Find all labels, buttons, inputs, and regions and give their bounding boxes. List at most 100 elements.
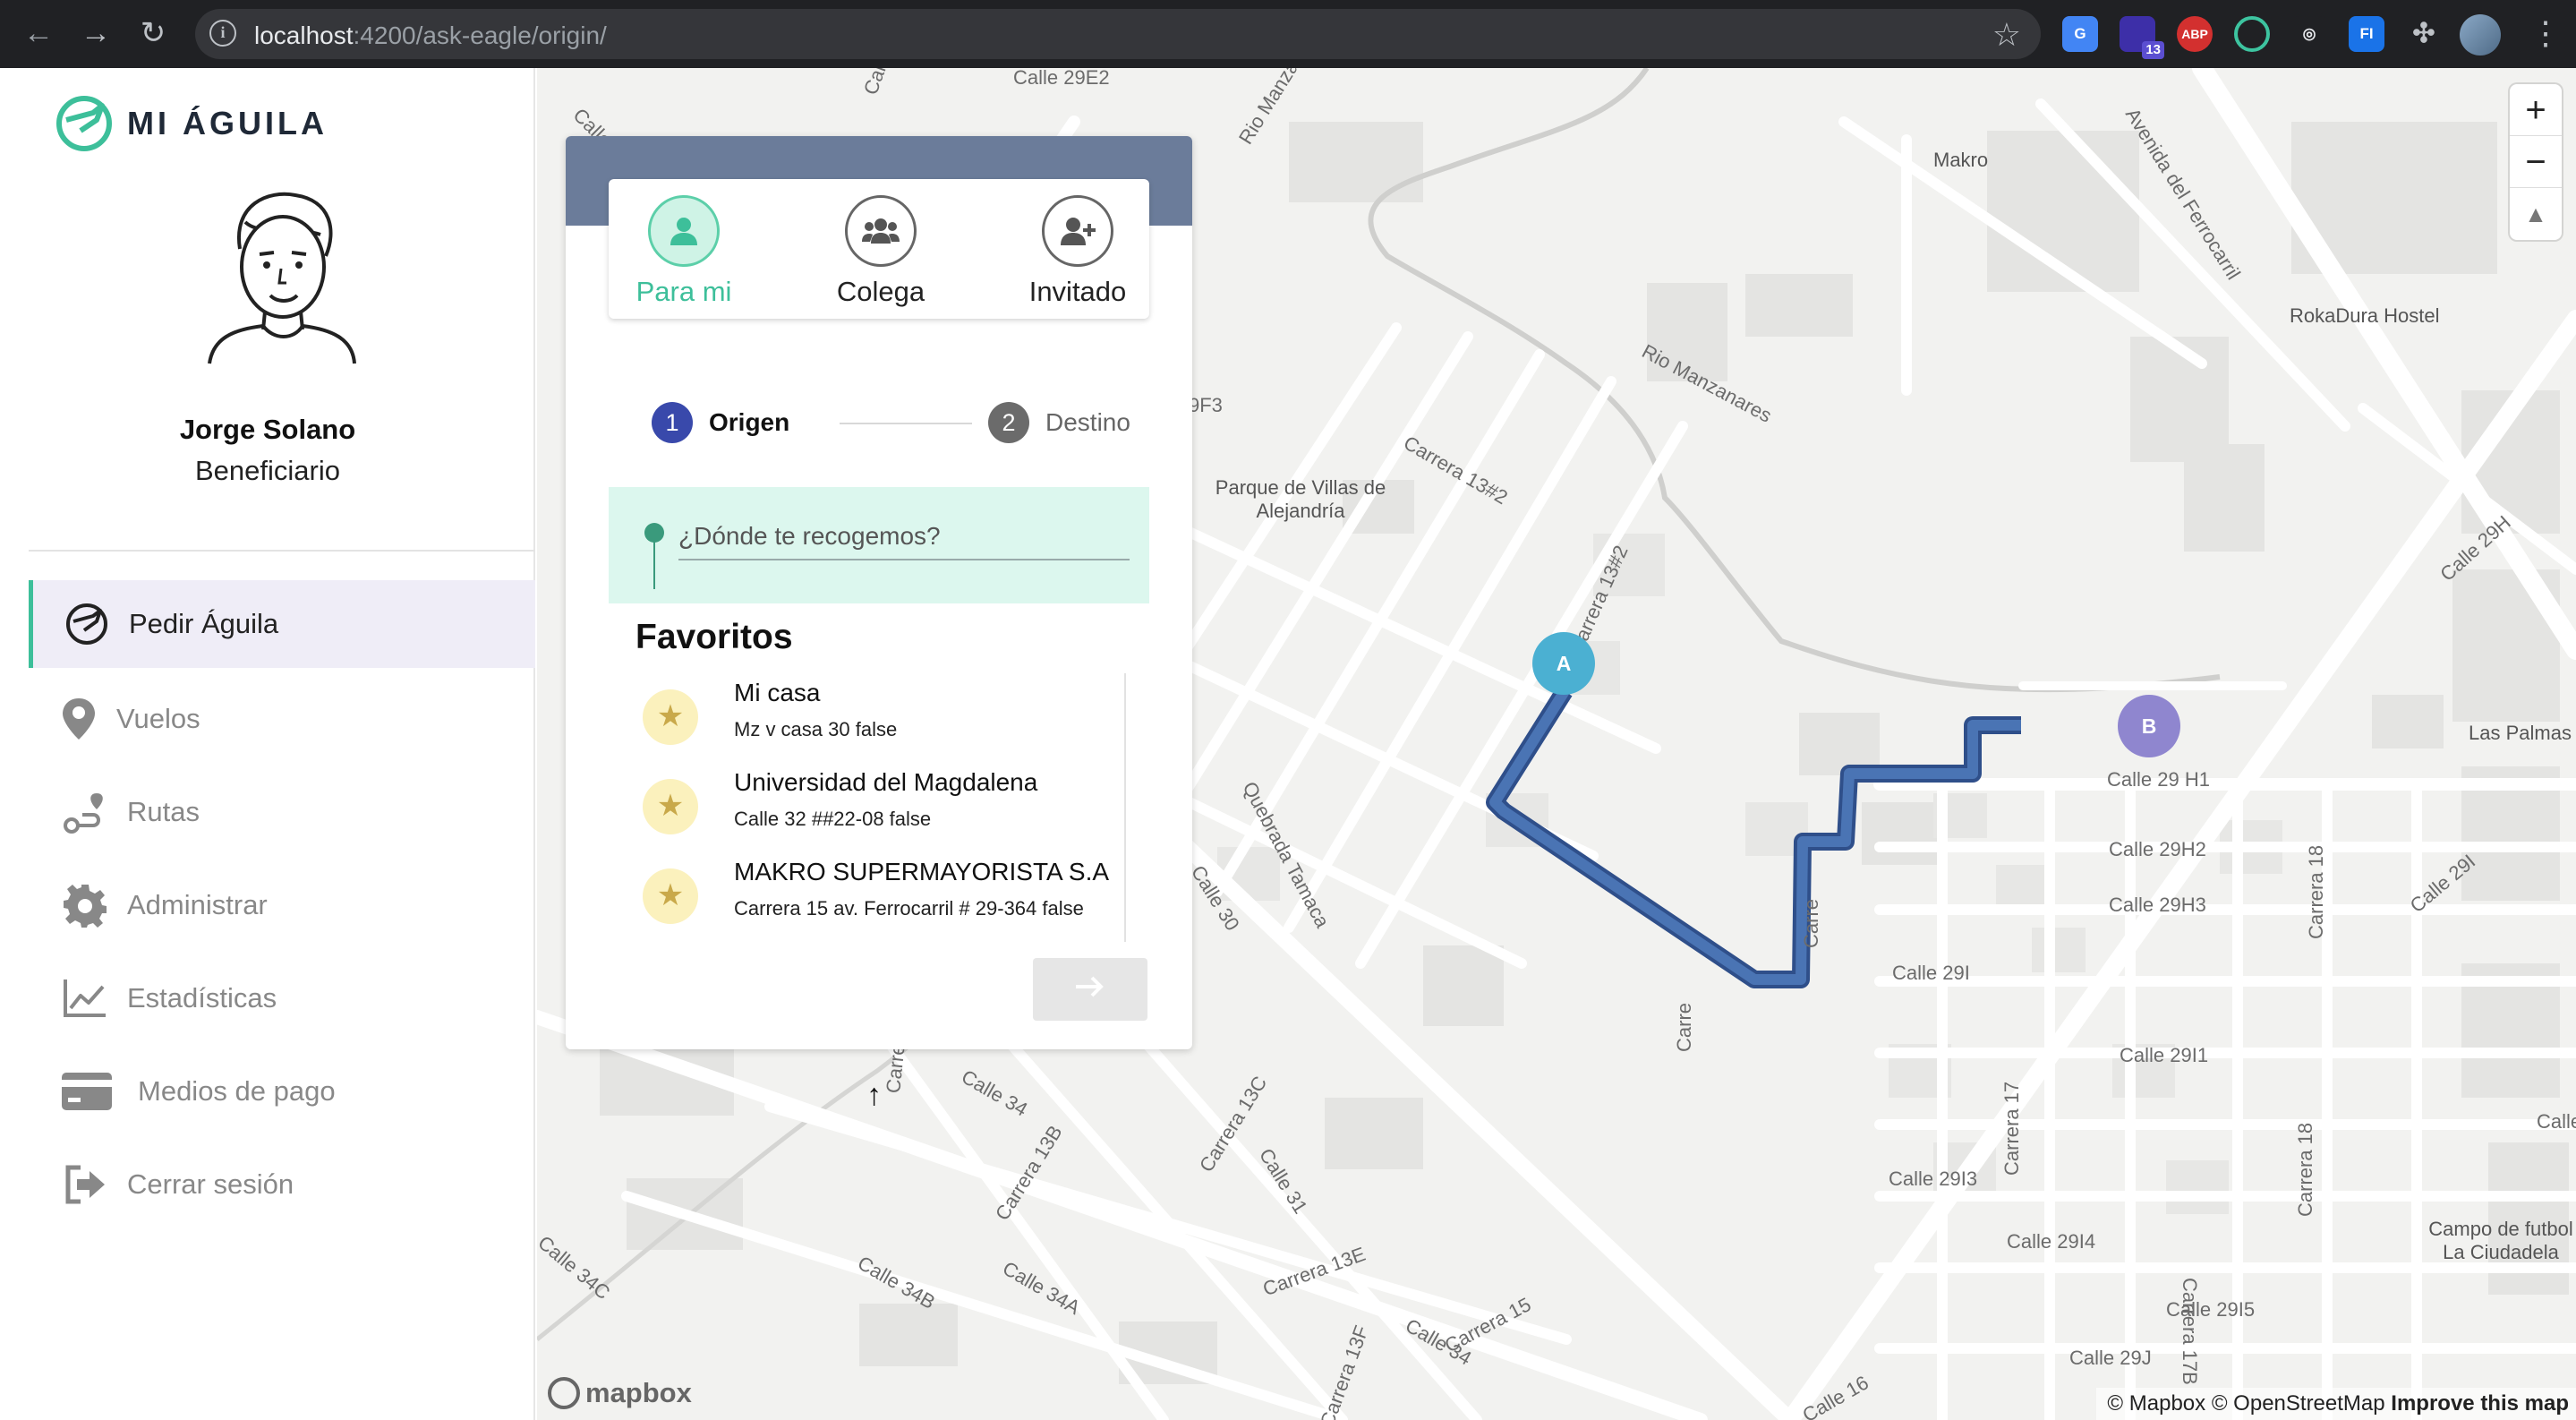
sidebar-item-label: Pedir Águila [129,608,279,639]
street-label: Calle 29I3 [1889,1168,1978,1190]
target-extension-icon[interactable] [2234,16,2270,52]
brand-name: MI ÁGUILA [127,105,328,141]
map-pin-icon [59,695,98,743]
street-label: Calle 29E2 [1013,68,1110,89]
mapbox-logo[interactable]: mapbox [548,1377,692,1409]
sidebar-item-label: Medios de pago [138,1075,336,1107]
step-1-label: Origen [709,408,790,436]
address-bar[interactable]: i localhost:4200/ask-eagle/origin/ ☆ [195,9,2041,59]
street-label: Calle 29I4 [2007,1230,2096,1253]
sidebar-item-label: Cerrar sesión [127,1168,294,1200]
star-icon: ★ [643,868,698,924]
credit-card-icon [61,1067,113,1116]
adblock-icon[interactable]: ABP [2177,16,2213,52]
favorite-item[interactable]: ★ MAKRO SUPERMAYORISTA S.A Carrera 15 av… [609,852,1110,942]
street-label: Calle 29J [2069,1347,2152,1369]
sidebar-item-estadisticas[interactable]: Estadísticas [29,954,535,1042]
extension-badge: 13 [2142,41,2164,59]
street-label: Carrera 17 [2000,1081,2023,1176]
street-label: Calle 29I1 [2120,1044,2209,1066]
browser-menu-icon[interactable]: ⋮ [2529,13,2562,54]
place-label-makro: Makro [1933,149,1989,171]
tab-label: Invitado [1028,276,1127,307]
favorites-title: Favoritos [635,618,793,656]
step-2-number: 2 [988,402,1029,443]
map-zoom-controls: + − ▲ [2510,84,2562,240]
chart-line-icon [61,974,109,1022]
star-icon: ★ [643,779,698,834]
browser-profile-avatar[interactable] [2460,14,2501,56]
reload-icon[interactable]: ↻ [132,13,174,54]
sidebar-item-administrar[interactable]: Administrar [29,861,535,949]
street-label: Carre [1673,1002,1695,1052]
origin-box [609,487,1149,603]
sign-out-icon [61,1160,109,1209]
step-connector [840,423,972,424]
step-2-label: Destino [1045,408,1130,436]
request-card: Para mi Colega Invitado 1 Origen 2 Desti… [566,136,1192,1049]
sidebar-item-medios-de-pago[interactable]: Medios de pago [29,1048,535,1135]
pin-a-marker[interactable]: A [1532,632,1595,695]
favorite-address: Carrera 15 av. Ferrocarril # 29-364 fals… [734,897,1084,920]
origin-search-input[interactable] [678,514,1130,560]
user-name: Jorge Solano [179,414,356,445]
place-label-las-palmas: Las Palmas [2469,722,2572,744]
url-text[interactable]: localhost:4200/ask-eagle/origin/ [254,21,607,50]
favorites-scrollbar[interactable] [1124,673,1149,942]
star-icon: ★ [643,689,698,745]
brand-logo[interactable]: MI ÁGUILA [54,93,328,154]
mapbox-logo-text: mapbox [585,1377,692,1408]
improve-map-link[interactable]: Improve this map [2391,1391,2569,1416]
sidebar-item-pedir-aguila[interactable]: Pedir Águila [29,580,535,668]
favorites-list: ★ Mi casa Mz v casa 30 false ★ Universid… [609,673,1149,942]
favorite-name: MAKRO SUPERMAYORISTA S.A [734,858,1110,885]
browser-toolbar: ← → ↻ i localhost:4200/ask-eagle/origin/… [0,0,2576,68]
favorite-item[interactable]: ★ Mi casa Mz v casa 30 false [609,673,1110,763]
street-label: Carrera 17B [2179,1278,2201,1385]
avatar [208,192,356,364]
pin-b-marker[interactable]: B [2118,695,2180,757]
user-icon [648,195,720,267]
zoom-out-button[interactable]: − [2510,136,2562,188]
street-label: 9F3 [1189,394,1223,416]
site-info-icon[interactable]: i [209,20,236,47]
street-label: Calle 29H3 [2109,894,2206,916]
compass-button[interactable]: ▲ [2510,188,2562,240]
street-label: Calle 29I [1892,962,1970,984]
street-label: Calle 29 H1 [2107,768,2210,791]
sidebar-item-label: Administrar [127,889,268,920]
zoom-in-button[interactable]: + [2510,84,2562,136]
favorite-item[interactable]: ★ Universidad del Magdalena Calle 32 ##2… [609,763,1110,852]
attribution-text[interactable]: © Mapbox © OpenStreetMap [2107,1391,2384,1416]
google-translate-icon[interactable]: G [2062,16,2098,52]
sidebar-item-rutas[interactable]: Rutas [29,768,535,856]
place-label-campo: Campo de futbol La Ciudadela [2428,1218,2573,1263]
back-icon[interactable]: ← [18,13,59,54]
user-plus-icon [1042,195,1113,267]
puzzle-extensions-icon[interactable]: ✣ [2406,16,2442,52]
tab-colega[interactable]: Colega [809,195,952,308]
users-icon [845,195,917,267]
street-label: Carrera 18 [2294,1122,2316,1217]
fi-extension-icon[interactable]: FI [2349,16,2384,52]
user-role: Beneficiario [195,455,340,486]
tab-para-mi[interactable]: Para mi [612,195,755,308]
map-attribution: © Mapbox © OpenStreetMap Improve this ma… [2096,1388,2576,1420]
street-label: Carrera 18 [2305,844,2327,939]
favorite-name: Mi casa [734,679,821,706]
sidebar: MI ÁGUILA Jorge Solano Beneficiario Pedi… [0,68,535,1420]
mapbox-logo-icon [548,1377,580,1409]
extension-icon[interactable]: 13 [2120,16,2164,59]
bookmark-star-icon[interactable]: ☆ [1992,16,2021,54]
sidebar-item-cerrar-sesion[interactable]: Cerrar sesión [29,1141,535,1228]
passenger-type-tabs: Para mi Colega Invitado [609,179,1149,319]
glasses-extension-icon[interactable]: ◎ [2291,16,2327,52]
sidebar-divider [29,550,535,552]
arrow-right-icon [1076,976,1104,997]
step-1-number: 1 [652,402,693,443]
sidebar-item-vuelos[interactable]: Vuelos [29,675,535,763]
url-host: localhost [254,21,354,49]
tab-invitado[interactable]: Invitado [1006,195,1149,308]
forward-icon[interactable]: → [75,13,116,54]
next-button[interactable] [1033,958,1147,1021]
